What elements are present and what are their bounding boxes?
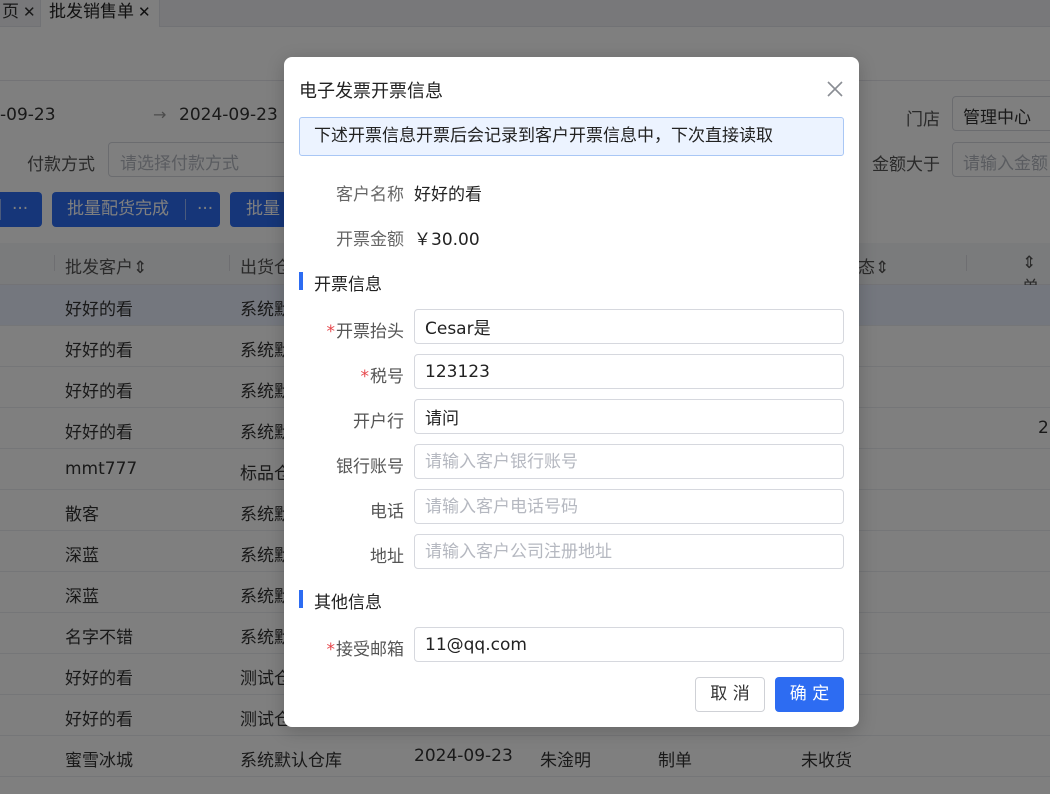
invoice-title-label: *开票抬头 (299, 317, 405, 342)
bank-input[interactable] (414, 399, 844, 434)
required-mark: * (326, 322, 336, 342)
label-text: 税号 (370, 367, 404, 387)
close-icon[interactable] (825, 79, 845, 99)
bank-label: 开户行 (353, 412, 404, 432)
info-notice: 下述开票信息开票后会记录到客户开票信息中，下次直接读取 (299, 117, 844, 156)
section-bar (299, 590, 303, 608)
tax-number-label: *税号 (299, 362, 405, 387)
required-mark: * (326, 640, 336, 660)
section-bar (299, 272, 303, 290)
bank-account-input[interactable] (414, 444, 844, 479)
email-input[interactable] (414, 627, 844, 662)
invoice-dialog: 电子发票开票信息 下述开票信息开票后会记录到客户开票信息中，下次直接读取 客户名… (284, 57, 859, 727)
customer-name-label: 客户名称 (336, 185, 404, 205)
bank-account-label: 银行账号 (336, 457, 404, 477)
address-input[interactable] (414, 534, 844, 569)
section-title: 开票信息 (314, 275, 382, 295)
invoice-title-input[interactable] (414, 309, 844, 344)
cancel-button[interactable]: 取 消 (695, 677, 765, 712)
label-text: 开票抬头 (336, 322, 404, 342)
email-label: *接受邮箱 (299, 635, 405, 660)
customer-name-value: 好好的看 (414, 185, 482, 205)
phone-input[interactable] (414, 489, 844, 524)
dialog-title: 电子发票开票信息 (299, 81, 443, 102)
tax-number-input[interactable] (414, 354, 844, 389)
address-label: 地址 (370, 547, 404, 567)
required-mark: * (360, 367, 370, 387)
invoice-amount-label: 开票金额 (336, 230, 404, 250)
section-title: 其他信息 (314, 593, 382, 613)
phone-label: 电话 (370, 502, 404, 522)
label-text: 接受邮箱 (336, 640, 404, 660)
confirm-button[interactable]: 确 定 (775, 677, 844, 712)
invoice-amount-value: ￥30.00 (414, 230, 480, 250)
